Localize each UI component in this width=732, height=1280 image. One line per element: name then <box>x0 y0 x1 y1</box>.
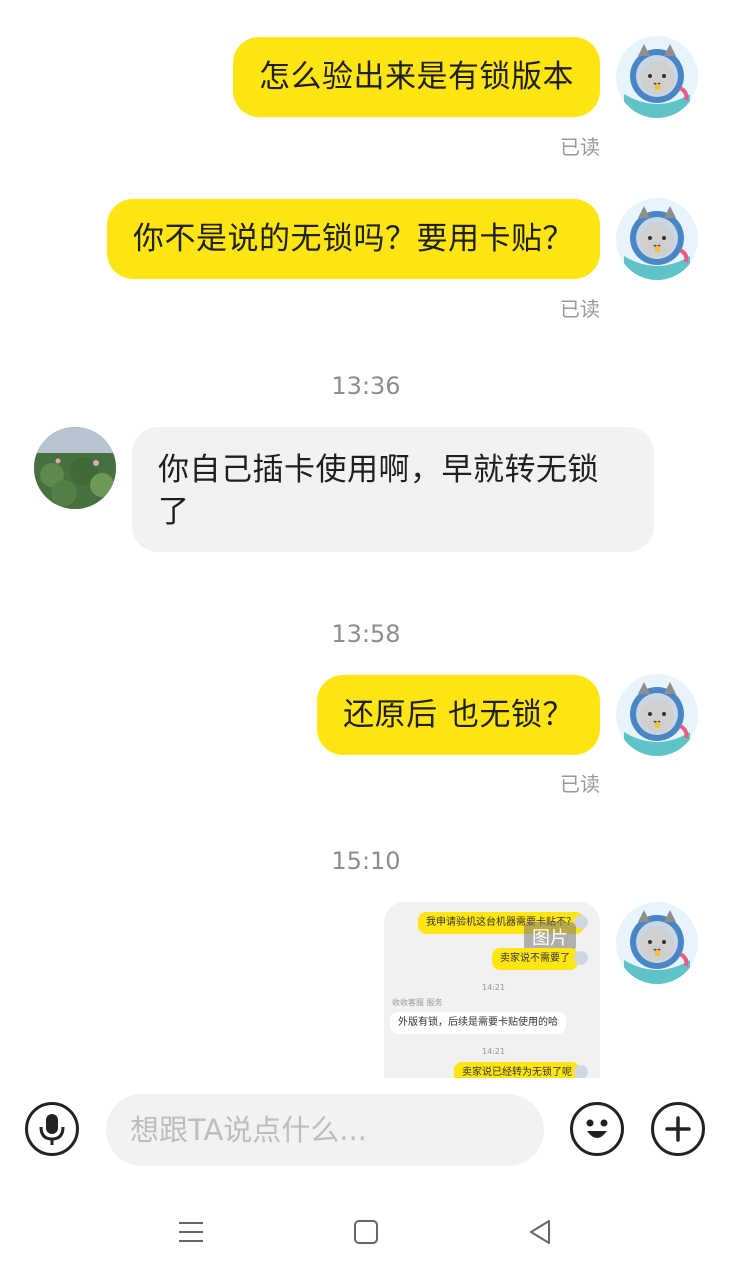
preview-line: 卖家说已经转为无锁了呢 <box>454 1062 580 1078</box>
my-message-bubble[interactable]: 还原后 也无锁？ <box>317 675 600 755</box>
voice-button[interactable] <box>25 1102 79 1156</box>
microphone-icon <box>39 1114 65 1145</box>
smiley-icon <box>586 1119 608 1138</box>
cat-astronaut-icon <box>616 198 698 280</box>
input-bar <box>0 1078 732 1182</box>
contact-avatar[interactable] <box>34 427 116 509</box>
preview-avatar <box>574 1065 588 1078</box>
message-input[interactable] <box>106 1094 544 1166</box>
square-home-icon <box>354 1220 378 1244</box>
nav-home-button[interactable] <box>336 1202 396 1262</box>
lotus-photo-icon <box>34 427 116 509</box>
preview-line: 外版有锁，后续是需要卡贴使用的哈 <box>390 1012 566 1034</box>
chat-area[interactable]: 怎么验出来是有锁版本 已读 你不是说的无锁吗？要用卡贴？ 已读 13:36 你自… <box>0 0 732 1078</box>
timestamp: 13:58 <box>331 620 401 648</box>
contact-message-bubble[interactable]: 你自己插卡使用啊，早就转无锁了 <box>132 427 654 552</box>
read-status: 已读 <box>560 297 600 321</box>
read-status: 已读 <box>560 135 600 159</box>
image-message[interactable]: 我申请验机这台机器需要卡贴不？ 图片 卖家说不需要了 14:21 收收客服 服务… <box>384 902 600 1078</box>
cat-astronaut-icon <box>616 902 698 984</box>
system-nav-bar <box>0 1182 732 1280</box>
plus-icon <box>665 1116 691 1142</box>
nav-menu-button[interactable] <box>161 1202 221 1262</box>
preview-line: 卖家说不需要了 <box>492 948 578 970</box>
my-message-bubble[interactable]: 你不是说的无锁吗？要用卡贴？ <box>107 199 600 279</box>
my-avatar[interactable] <box>616 902 698 984</box>
cat-astronaut-icon <box>616 36 698 118</box>
preview-time: 14:21 <box>482 1047 506 1056</box>
my-avatar[interactable] <box>616 674 698 756</box>
preview-time: 14:21 <box>482 983 506 992</box>
my-message-bubble[interactable]: 怎么验出来是有锁版本 <box>233 37 600 117</box>
emoji-button[interactable] <box>570 1102 624 1156</box>
my-avatar[interactable] <box>616 198 698 280</box>
timestamp: 13:36 <box>331 372 401 400</box>
preview-service-label: 收收客服 服务 <box>392 998 443 1007</box>
nav-back-button[interactable] <box>510 1202 570 1262</box>
plus-button[interactable] <box>651 1102 705 1156</box>
cat-astronaut-icon <box>616 674 698 756</box>
triangle-back-icon <box>530 1220 550 1244</box>
read-status: 已读 <box>560 772 600 796</box>
preview-avatar <box>574 951 588 965</box>
timestamp: 15:10 <box>331 847 401 875</box>
menu-icon <box>179 1222 203 1242</box>
my-avatar[interactable] <box>616 36 698 118</box>
preview-avatar <box>574 915 588 929</box>
